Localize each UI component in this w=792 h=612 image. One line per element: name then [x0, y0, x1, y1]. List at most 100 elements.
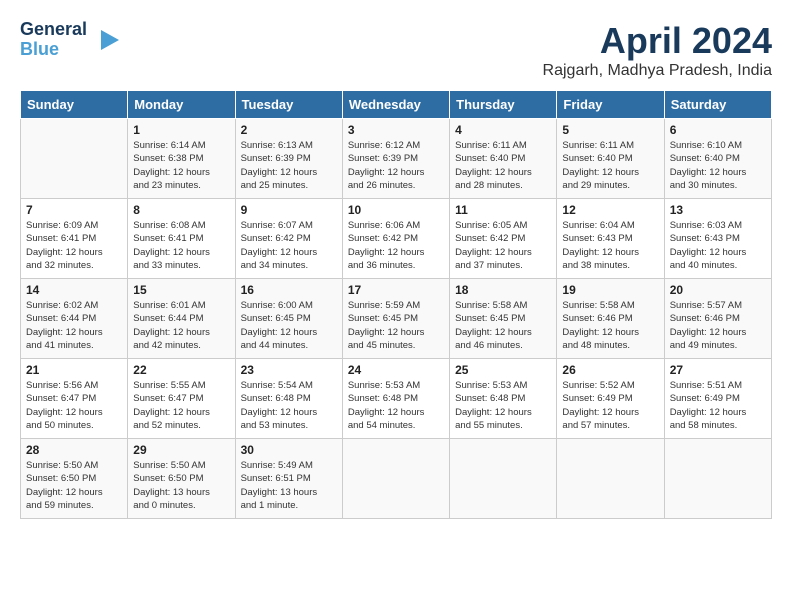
day-number: 27 [670, 363, 766, 377]
calendar-cell: 23 Sunrise: 5:54 AM Sunset: 6:48 PM Dayli… [235, 359, 342, 439]
calendar-cell: 27 Sunrise: 5:51 AM Sunset: 6:49 PM Dayli… [664, 359, 771, 439]
calendar-cell: 17Sunrise: 5:59 AM Sunset: 6:45 PM Dayli… [342, 279, 449, 359]
day-detail: Sunrise: 5:59 AM Sunset: 6:45 PM Dayligh… [348, 299, 444, 352]
week-row-2: 7Sunrise: 6:09 AM Sunset: 6:41 PM Daylig… [21, 199, 772, 279]
day-detail: Sunrise: 5:52 AM Sunset: 6:49 PM Dayligh… [562, 379, 658, 432]
calendar-table: SundayMondayTuesdayWednesdayThursdayFrid… [20, 90, 772, 519]
week-row-3: 14 Sunrise: 6:02 AM Sunset: 6:44 PM Dayli… [21, 279, 772, 359]
day-detail: Sunrise: 5:51 AM Sunset: 6:49 PM Dayligh… [670, 379, 766, 432]
calendar-cell: 12 Sunrise: 6:04 AM Sunset: 6:43 PM Dayli… [557, 199, 664, 279]
calendar-cell: 24 Sunrise: 5:53 AM Sunset: 6:48 PM Dayli… [342, 359, 449, 439]
calendar-cell: 21Sunrise: 5:56 AM Sunset: 6:47 PM Dayli… [21, 359, 128, 439]
calendar-cell: 4 Sunrise: 6:11 AM Sunset: 6:40 PM Daylig… [450, 119, 557, 199]
title-block: April 2024 Rajgarh, Madhya Pradesh, Indi… [543, 20, 772, 80]
day-detail: Sunrise: 6:07 AM Sunset: 6:42 PM Dayligh… [241, 219, 337, 272]
day-detail: Sunrise: 6:04 AM Sunset: 6:43 PM Dayligh… [562, 219, 658, 272]
calendar-cell [664, 439, 771, 519]
day-number: 26 [562, 363, 658, 377]
calendar-cell: 11 Sunrise: 6:05 AM Sunset: 6:42 PM Dayli… [450, 199, 557, 279]
day-number: 5 [562, 123, 658, 137]
calendar-cell: 22 Sunrise: 5:55 AM Sunset: 6:47 PM Dayli… [128, 359, 235, 439]
calendar-cell: 14 Sunrise: 6:02 AM Sunset: 6:44 PM Dayli… [21, 279, 128, 359]
week-row-1: 1Sunrise: 6:14 AM Sunset: 6:38 PM Daylig… [21, 119, 772, 199]
day-number: 29 [133, 443, 229, 457]
day-number: 28 [26, 443, 122, 457]
day-detail: Sunrise: 5:50 AM Sunset: 6:50 PM Dayligh… [26, 459, 122, 512]
day-number: 6 [670, 123, 766, 137]
calendar-cell: 19 Sunrise: 5:58 AM Sunset: 6:46 PM Dayli… [557, 279, 664, 359]
day-detail: Sunrise: 6:08 AM Sunset: 6:41 PM Dayligh… [133, 219, 229, 272]
calendar-cell: 29 Sunrise: 5:50 AM Sunset: 6:50 PM Dayli… [128, 439, 235, 519]
day-detail: Sunrise: 5:53 AM Sunset: 6:48 PM Dayligh… [455, 379, 551, 432]
day-number: 13 [670, 203, 766, 217]
day-number: 10 [348, 203, 444, 217]
calendar-cell: 1Sunrise: 6:14 AM Sunset: 6:38 PM Daylig… [128, 119, 235, 199]
calendar-cell: 13 Sunrise: 6:03 AM Sunset: 6:43 PM Dayli… [664, 199, 771, 279]
subtitle: Rajgarh, Madhya Pradesh, India [543, 62, 772, 80]
day-detail: Sunrise: 6:09 AM Sunset: 6:41 PM Dayligh… [26, 219, 122, 272]
calendar-header-row: SundayMondayTuesdayWednesdayThursdayFrid… [21, 91, 772, 119]
day-number: 23 [241, 363, 337, 377]
calendar-cell: 2 Sunrise: 6:13 AM Sunset: 6:39 PM Daylig… [235, 119, 342, 199]
header-tuesday: Tuesday [235, 91, 342, 119]
week-row-5: 28 Sunrise: 5:50 AM Sunset: 6:50 PM Dayli… [21, 439, 772, 519]
header-friday: Friday [557, 91, 664, 119]
day-detail: Sunrise: 5:50 AM Sunset: 6:50 PM Dayligh… [133, 459, 229, 512]
week-row-4: 21Sunrise: 5:56 AM Sunset: 6:47 PM Dayli… [21, 359, 772, 439]
calendar-cell: 16 Sunrise: 6:00 AM Sunset: 6:45 PM Dayli… [235, 279, 342, 359]
header-sunday: Sunday [21, 91, 128, 119]
day-number: 18 [455, 283, 551, 297]
calendar-cell: 30Sunrise: 5:49 AM Sunset: 6:51 PM Dayli… [235, 439, 342, 519]
day-number: 2 [241, 123, 337, 137]
day-number: 3 [348, 123, 444, 137]
day-detail: Sunrise: 6:01 AM Sunset: 6:44 PM Dayligh… [133, 299, 229, 352]
day-number: 14 [26, 283, 122, 297]
calendar-cell: 6Sunrise: 6:10 AM Sunset: 6:40 PM Daylig… [664, 119, 771, 199]
day-number: 22 [133, 363, 229, 377]
logo: GeneralBlue [20, 20, 121, 60]
logo-icon [91, 25, 121, 55]
day-detail: Sunrise: 6:03 AM Sunset: 6:43 PM Dayligh… [670, 219, 766, 272]
day-detail: Sunrise: 6:11 AM Sunset: 6:40 PM Dayligh… [455, 139, 551, 192]
day-detail: Sunrise: 6:02 AM Sunset: 6:44 PM Dayligh… [26, 299, 122, 352]
day-number: 11 [455, 203, 551, 217]
day-detail: Sunrise: 5:58 AM Sunset: 6:45 PM Dayligh… [455, 299, 551, 352]
calendar-cell: 3 Sunrise: 6:12 AM Sunset: 6:39 PM Daylig… [342, 119, 449, 199]
day-detail: Sunrise: 5:56 AM Sunset: 6:47 PM Dayligh… [26, 379, 122, 432]
calendar-cell: 10 Sunrise: 6:06 AM Sunset: 6:42 PM Dayli… [342, 199, 449, 279]
calendar-cell: 15 Sunrise: 6:01 AM Sunset: 6:44 PM Dayli… [128, 279, 235, 359]
header-thursday: Thursday [450, 91, 557, 119]
day-number: 12 [562, 203, 658, 217]
day-detail: Sunrise: 6:06 AM Sunset: 6:42 PM Dayligh… [348, 219, 444, 272]
calendar-cell: 25 Sunrise: 5:53 AM Sunset: 6:48 PM Dayli… [450, 359, 557, 439]
day-detail: Sunrise: 6:13 AM Sunset: 6:39 PM Dayligh… [241, 139, 337, 192]
header-monday: Monday [128, 91, 235, 119]
day-detail: Sunrise: 6:05 AM Sunset: 6:42 PM Dayligh… [455, 219, 551, 272]
day-number: 24 [348, 363, 444, 377]
day-number: 25 [455, 363, 551, 377]
calendar-cell [342, 439, 449, 519]
day-detail: Sunrise: 6:12 AM Sunset: 6:39 PM Dayligh… [348, 139, 444, 192]
day-detail: Sunrise: 5:53 AM Sunset: 6:48 PM Dayligh… [348, 379, 444, 432]
day-detail: Sunrise: 5:55 AM Sunset: 6:47 PM Dayligh… [133, 379, 229, 432]
day-detail: Sunrise: 6:14 AM Sunset: 6:38 PM Dayligh… [133, 139, 229, 192]
day-detail: Sunrise: 6:11 AM Sunset: 6:40 PM Dayligh… [562, 139, 658, 192]
day-number: 4 [455, 123, 551, 137]
calendar-cell: 26 Sunrise: 5:52 AM Sunset: 6:49 PM Dayli… [557, 359, 664, 439]
day-number: 19 [562, 283, 658, 297]
calendar-cell [21, 119, 128, 199]
day-detail: Sunrise: 5:54 AM Sunset: 6:48 PM Dayligh… [241, 379, 337, 432]
calendar-cell: 8 Sunrise: 6:08 AM Sunset: 6:41 PM Daylig… [128, 199, 235, 279]
calendar-cell: 9Sunrise: 6:07 AM Sunset: 6:42 PM Daylig… [235, 199, 342, 279]
calendar-cell: 7Sunrise: 6:09 AM Sunset: 6:41 PM Daylig… [21, 199, 128, 279]
calendar-body: 1Sunrise: 6:14 AM Sunset: 6:38 PM Daylig… [21, 119, 772, 519]
day-number: 8 [133, 203, 229, 217]
calendar-cell [557, 439, 664, 519]
header-wednesday: Wednesday [342, 91, 449, 119]
day-detail: Sunrise: 5:58 AM Sunset: 6:46 PM Dayligh… [562, 299, 658, 352]
day-detail: Sunrise: 5:57 AM Sunset: 6:46 PM Dayligh… [670, 299, 766, 352]
day-number: 16 [241, 283, 337, 297]
header-saturday: Saturday [664, 91, 771, 119]
day-detail: Sunrise: 6:00 AM Sunset: 6:45 PM Dayligh… [241, 299, 337, 352]
day-number: 15 [133, 283, 229, 297]
